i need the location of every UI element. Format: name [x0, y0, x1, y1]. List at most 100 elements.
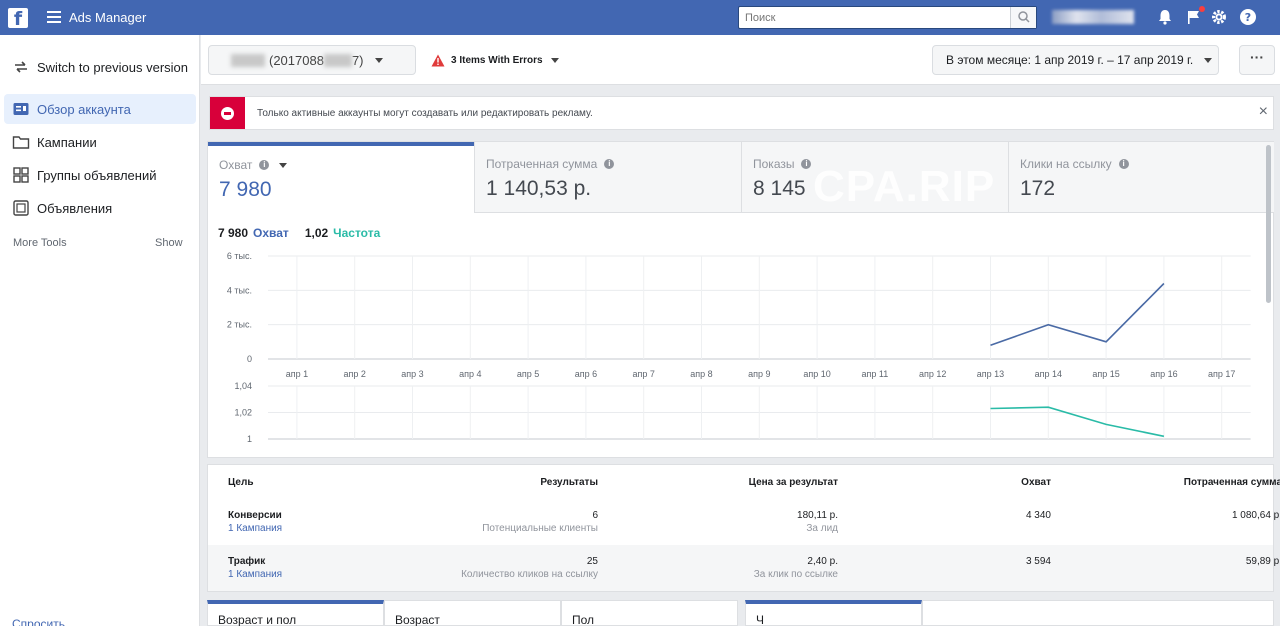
notifications-button[interactable] [1156, 8, 1174, 26]
table-row: Конверсии 1 Кампания 6 Потенциальные кли… [208, 499, 1280, 545]
x-tick-label: апр 5 [517, 369, 539, 379]
metrics-panel: Охват i 7 980 Потраченная сумма i 1 140,… [207, 141, 1274, 458]
metric-tabs: Охват i 7 980 Потраченная сумма i 1 140,… [208, 142, 1274, 213]
x-tick-label: апр 4 [459, 369, 481, 379]
header-spent[interactable]: Потраченная сумма [1132, 477, 1280, 488]
account-id-end: 7) [351, 52, 364, 68]
campaigns-link[interactable]: 1 Кампания [228, 523, 282, 534]
y-tick-label: 2 тыс. [227, 320, 252, 330]
info-icon[interactable]: i [604, 159, 615, 169]
tab-gender[interactable]: Пол [561, 600, 738, 626]
inactive-account-alert: Только активные аккаунты могут создавать… [209, 96, 1274, 130]
settings-button[interactable] [1210, 8, 1228, 26]
y-tick-label: 1,04 [234, 381, 252, 391]
header-cost[interactable]: Цена за результат [688, 477, 838, 488]
menu-icon[interactable] [47, 11, 61, 23]
ask-link[interactable]: Спросить [12, 617, 65, 626]
tab-label: Клики на ссылку i [1020, 157, 1129, 171]
reach-value: 4 340 [1025, 510, 1051, 521]
legend-reach-value: 7 980 [218, 226, 249, 240]
error-indicator [210, 97, 245, 129]
chevron-down-icon [1204, 57, 1213, 63]
errors-dropdown[interactable]: 3 Items With Errors [431, 54, 559, 67]
x-tick-label: апр 16 [1150, 369, 1177, 379]
impressions-value: 8 145 [753, 177, 806, 200]
top-bar: f Ads Manager ? [0, 0, 1280, 35]
errors-label: 3 Items With Errors [451, 55, 543, 66]
result-value: 6 [592, 510, 598, 521]
chart-legend: 7 980 Охват 1,02 Частота [218, 226, 380, 240]
sidebar-item-campaigns[interactable]: Кампании [4, 127, 196, 157]
app-title[interactable]: Ads Manager [69, 10, 146, 25]
tab-label-text: Клики на ссылку [1020, 157, 1112, 171]
x-tick-label: апр 15 [1092, 369, 1119, 379]
account-id-blurred [231, 53, 265, 67]
tab-age-gender[interactable]: Возраст и пол [207, 600, 384, 626]
tab-label: Показы i [753, 157, 812, 171]
y-tick-label: 0 [247, 354, 252, 364]
account-selector[interactable]: (2017088 7) [208, 45, 416, 75]
header-reach[interactable]: Охват [951, 477, 1051, 488]
chevron-down-icon [374, 57, 383, 63]
reach-value: 3 594 [1025, 556, 1051, 567]
frequency-series-line [990, 406, 1165, 438]
help-icon: ? [1240, 9, 1256, 25]
tab-link-clicks[interactable]: Клики на ссылку i 172 [1008, 142, 1274, 213]
header-goal: Цель [228, 477, 254, 488]
goal-name: Конверсии [228, 510, 282, 521]
sidebar-item-ad-sets[interactable]: Группы объявлений [4, 160, 196, 190]
tab-age[interactable]: Возраст [384, 600, 561, 626]
cost-type: За клик по ссылке [753, 569, 838, 580]
tab-label-text: Охват [219, 158, 253, 172]
sidebar-item-label: Обзор аккаунта [37, 101, 131, 117]
results-table: Цель Результаты Цена за результат Охват … [207, 464, 1280, 592]
search-box [738, 6, 1037, 29]
y-tick-label: 1 [247, 434, 252, 444]
x-tick-label: апр 8 [690, 369, 712, 379]
gear-icon [1212, 10, 1226, 24]
more-options-button[interactable]: ··· [1239, 45, 1275, 75]
spent-value: 59,89 р. [1245, 556, 1280, 567]
search-button[interactable] [1010, 7, 1036, 28]
sidebar-item-account-overview[interactable]: Обзор аккаунта [4, 94, 196, 124]
tab-breakdown-right[interactable]: Ч [745, 600, 922, 626]
tab-amount-spent[interactable]: Потраченная сумма i 1 140,53 р. [474, 142, 741, 213]
search-input[interactable] [739, 7, 1011, 28]
sidebar-item-label: Кампании [37, 134, 97, 150]
close-icon[interactable]: × [1259, 103, 1268, 121]
x-tick-label: апр 14 [1035, 369, 1062, 379]
legend-frequency-label[interactable]: Частота [333, 226, 380, 240]
reach-series-line [990, 282, 1165, 347]
tab-label: Потраченная сумма i [486, 157, 615, 171]
y-tick-label: 4 тыс. [227, 285, 252, 295]
cost-value: 180,11 р. [797, 510, 838, 521]
chevron-down-icon[interactable] [279, 162, 288, 168]
account-id-blurred [323, 53, 352, 67]
alerts-button[interactable] [1185, 6, 1205, 26]
help-button[interactable]: ? [1239, 8, 1257, 26]
date-range-label: В этом месяце: 1 апр 2019 г. – 17 апр 20… [946, 53, 1194, 67]
search-icon [1018, 11, 1030, 23]
facebook-logo-icon[interactable]: f [8, 8, 28, 28]
x-tick-label: апр 12 [919, 369, 946, 379]
cost-value: 2,40 р. [807, 556, 838, 567]
notification-dot [1199, 6, 1205, 12]
switch-version-link[interactable]: Switch to previous version [4, 52, 196, 82]
result-type: Количество кликов на ссылку [461, 569, 598, 580]
x-tick-label: апр 10 [803, 369, 830, 379]
info-icon[interactable]: i [1118, 159, 1129, 169]
cost-type: За лид [806, 523, 838, 534]
sidebar-item-ads[interactable]: Объявления [4, 193, 196, 223]
tab-reach[interactable]: Охват i 7 980 [208, 142, 474, 213]
goal-name: Трафик [228, 556, 266, 567]
account-name-blurred[interactable] [1052, 10, 1134, 24]
info-icon[interactable]: i [259, 160, 270, 170]
result-value: 25 [586, 556, 598, 567]
campaigns-link[interactable]: 1 Кампания [228, 569, 282, 580]
show-more-tools-link[interactable]: Show [155, 237, 183, 249]
performance-chart: 0 2 тыс. 4 тыс. 6 тыс. апр 1 апр 2 апр 3 апр 4 а… [227, 251, 1251, 444]
info-icon[interactable]: i [801, 159, 812, 169]
date-range-selector[interactable]: В этом месяце: 1 апр 2019 г. – 17 апр 20… [932, 45, 1219, 75]
header-results[interactable]: Результаты [498, 477, 598, 488]
legend-reach-label[interactable]: Охват [253, 226, 289, 240]
